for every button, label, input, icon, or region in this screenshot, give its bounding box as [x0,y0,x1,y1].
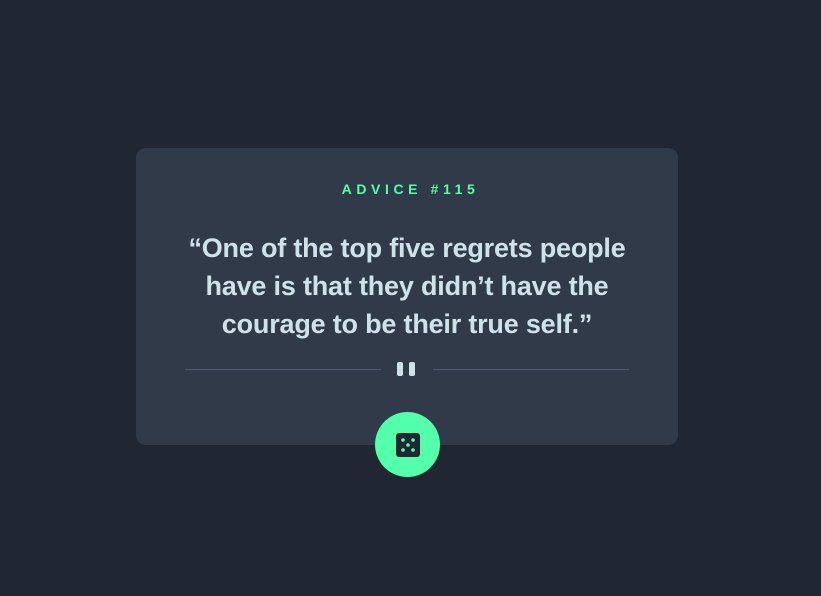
divider-line-right [433,369,629,370]
dice-icon [395,432,420,457]
pause-icon-bar-right [409,362,415,376]
pause-icon-bar-left [397,362,403,376]
advice-number: ADVICE #115 [341,181,480,197]
divider-line-left [185,369,381,370]
advice-quote: “One of the top five regrets people have… [188,233,626,339]
new-advice-button[interactable] [375,412,440,477]
advice-generator-page: ADVICE #115 “One of the top five regrets… [0,0,821,596]
pause-icon [397,362,417,378]
